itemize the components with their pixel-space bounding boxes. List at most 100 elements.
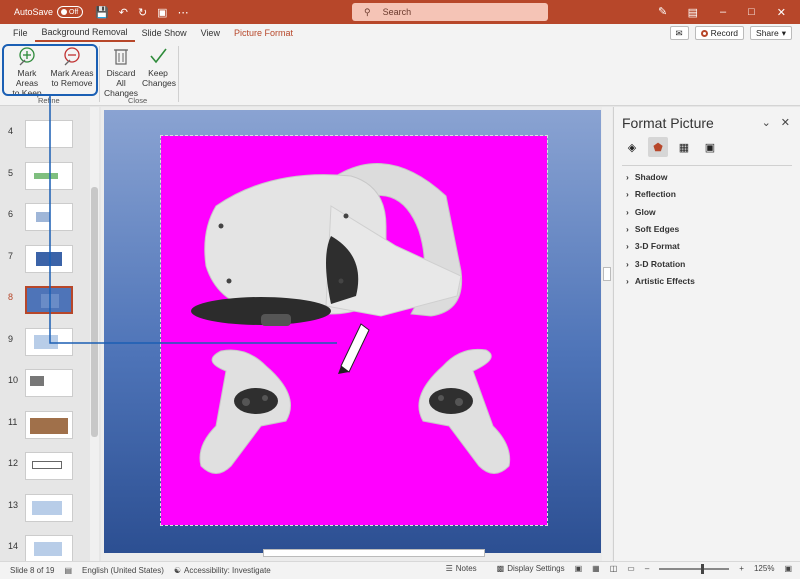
horizontal-scrollbar[interactable] [263, 549, 485, 557]
slide-thumbnail[interactable]: 12 [0, 452, 88, 484]
thumbnail-image [25, 494, 73, 522]
slide-thumbnail[interactable]: 10 [0, 369, 88, 401]
slide-thumbnail[interactable]: 4 [0, 120, 88, 152]
language-indicator[interactable]: English (United States) [82, 566, 164, 575]
spelling-icon[interactable]: ▤ [64, 566, 72, 575]
more-commands-icon[interactable]: ⋯ [178, 6, 189, 19]
vr-headset-picture[interactable] [160, 135, 548, 526]
thumbnail-image [25, 452, 73, 480]
slide-thumbnail[interactable]: 7 [0, 245, 88, 277]
ribbon-tabs: File Background Removal Slide Show View … [0, 24, 800, 42]
tab-file[interactable]: File [6, 24, 35, 42]
display-icon: ▩ [496, 564, 505, 573]
save-icon[interactable]: 💾 [95, 6, 109, 19]
reading-view-icon[interactable]: ◫ [610, 564, 618, 573]
present-icon[interactable]: ▣ [157, 6, 167, 19]
annotation-highlight-box [2, 44, 98, 96]
accessibility-checker[interactable]: ☯ Accessibility: Investigate [174, 566, 271, 575]
scrollbar-thumb[interactable] [91, 187, 98, 437]
section-glow[interactable]: › Glow [626, 207, 656, 217]
group-label-refine: Refine [38, 96, 60, 105]
slideshow-icon[interactable]: ▭ [627, 564, 635, 573]
thumbnail-image [25, 369, 73, 397]
comments-button[interactable]: ✉ [669, 26, 689, 40]
scrollbar-thumb[interactable] [603, 267, 611, 281]
thumbnail-scrollbar[interactable] [90, 107, 99, 561]
thumbnail-image [25, 411, 73, 439]
effects-icon[interactable]: ⬟ [648, 137, 668, 157]
notes-button[interactable]: ☰ Notes [446, 564, 477, 573]
group-label-close: Close [128, 96, 148, 105]
pane-title: Format Picture [622, 115, 714, 131]
maximize-icon[interactable]: □ [748, 6, 755, 18]
ribbon-options-icon[interactable]: ▤ [688, 6, 698, 19]
autosave-toggle[interactable]: AutoSave Off [14, 6, 84, 18]
chevron-right-icon: › [626, 172, 629, 182]
tab-view[interactable]: View [194, 24, 227, 42]
section-3d-format[interactable]: › 3-D Format [626, 241, 680, 251]
zoom-slider[interactable] [659, 563, 730, 574]
discard-all-changes-button[interactable]: Discard All Changes [101, 46, 141, 98]
autosave-switch[interactable]: Off [57, 6, 84, 18]
slide-sorter-icon[interactable]: ▦ [592, 564, 600, 573]
checkmark-icon [150, 48, 167, 64]
zoom-in-icon[interactable]: + [739, 564, 744, 573]
close-icon[interactable]: ✕ [777, 6, 786, 19]
fit-slide-icon[interactable]: ▣ [784, 564, 792, 573]
slide-thumbnail-pane: 4 5 6 7 8 9 10 11 12 13 14 [0, 107, 100, 563]
chevron-down-icon: ▾ [781, 27, 786, 38]
slide-thumbnail-selected[interactable]: 8 [0, 286, 88, 318]
tab-background-removal[interactable]: Background Removal [34, 24, 135, 42]
chevron-right-icon: › [626, 259, 629, 269]
slide-thumbnail[interactable]: 5 [0, 162, 88, 194]
undo-icon[interactable]: ↶ [119, 6, 128, 19]
minimize-icon[interactable]: – [720, 6, 726, 18]
slide-thumbnail[interactable]: 11 [0, 411, 88, 443]
vertical-scrollbar[interactable] [602, 107, 612, 561]
slide-thumbnail[interactable]: 6 [0, 203, 88, 235]
fill-line-icon[interactable]: ◈ [622, 137, 642, 157]
comment-icon: ✉ [675, 27, 683, 38]
title-bar: AutoSave Off 💾 ↶ ↻ ▣ ⋯ ⚲ Search ✎ ▤ – □ … [0, 0, 800, 24]
pen-icon[interactable]: ✎ [658, 5, 667, 18]
zoom-slider-thumb[interactable] [701, 563, 705, 574]
tab-slide-show[interactable]: Slide Show [135, 24, 194, 42]
section-reflection[interactable]: › Reflection [626, 189, 676, 199]
chevron-right-icon: › [626, 276, 629, 286]
record-icon [700, 29, 708, 37]
normal-view-icon[interactable]: ▣ [575, 564, 583, 573]
pane-divider [622, 165, 792, 166]
zoom-out-icon[interactable]: – [645, 564, 649, 573]
search-icon: ⚲ [364, 6, 371, 17]
thumbnail-image [25, 120, 73, 148]
slide[interactable] [104, 110, 601, 553]
section-soft-edges[interactable]: › Soft Edges [626, 224, 679, 234]
zoom-level[interactable]: 125% [754, 564, 774, 573]
picture-icon[interactable]: ▣ [700, 137, 720, 157]
close-icon[interactable]: ✕ [781, 116, 790, 129]
thumbnail-image [25, 328, 73, 356]
chevron-down-icon[interactable]: ⌄ [762, 116, 771, 129]
tab-picture-format[interactable]: Picture Format [227, 24, 300, 42]
ribbon-divider [178, 46, 179, 102]
slide-thumbnail[interactable]: 9 [0, 328, 88, 360]
section-3d-rotation[interactable]: › 3-D Rotation [626, 259, 685, 269]
chevron-right-icon: › [626, 224, 629, 234]
chevron-right-icon: › [626, 207, 629, 217]
section-artistic-effects[interactable]: › Artistic Effects [626, 276, 695, 286]
display-settings-button[interactable]: ▩ Display Settings [497, 564, 565, 573]
format-picture-pane: Format Picture ⌄ ✕ ◈ ⬟ ▦ ▣ › Shadow › Refl… [613, 107, 800, 561]
record-button[interactable]: Record [694, 26, 745, 40]
share-button[interactable]: Share ▾ [750, 26, 792, 40]
search-box[interactable]: ⚲ Search [352, 3, 548, 21]
ribbon-divider [99, 46, 100, 102]
slide-counter: Slide 8 of 19 [10, 566, 55, 575]
ribbon: Mark Areas to Keep Mark Areas to Remove … [0, 42, 800, 106]
search-input[interactable]: Search [383, 7, 412, 17]
section-shadow[interactable]: › Shadow [626, 172, 667, 182]
redo-icon[interactable]: ↻ [138, 6, 147, 19]
keep-changes-button[interactable]: Keep Changes [142, 46, 176, 88]
autosave-label: AutoSave [14, 7, 54, 17]
slide-thumbnail[interactable]: 13 [0, 494, 88, 526]
size-properties-icon[interactable]: ▦ [674, 137, 694, 157]
